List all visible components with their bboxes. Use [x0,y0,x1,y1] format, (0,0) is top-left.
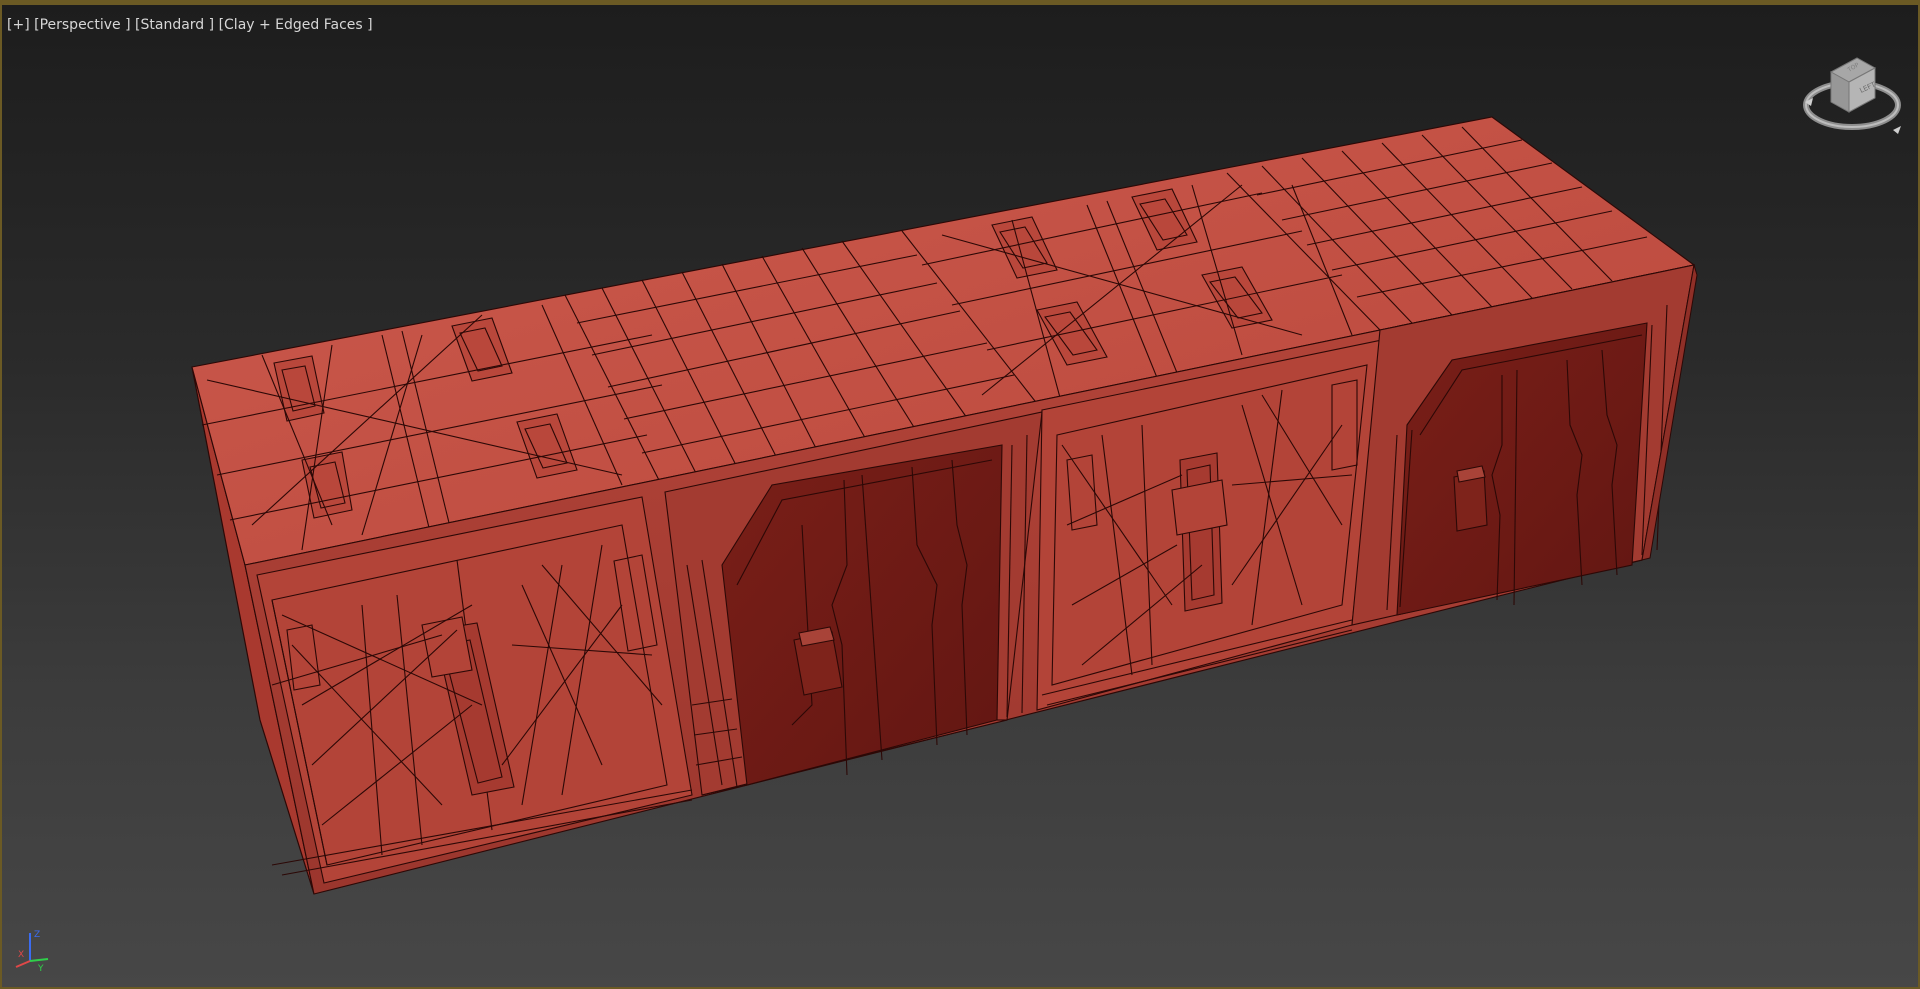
axis-y-line [29,958,49,962]
view-cube-arrow-right [1893,126,1901,134]
axis-y-label: Y [37,964,44,974]
view-cube[interactable]: LEFT TOP [1797,50,1907,145]
perspective-viewport[interactable]: [+] [Perspective ] [Standard ] [Clay + E… [0,0,1920,989]
axis-x-label: X [18,950,24,960]
axis-x-line [15,960,31,968]
axis-z-label: Z [34,930,40,940]
axis-tripod-gizmo: Z X Y [15,930,49,974]
clay-model-scifi-container-block[interactable] [2,5,1918,989]
